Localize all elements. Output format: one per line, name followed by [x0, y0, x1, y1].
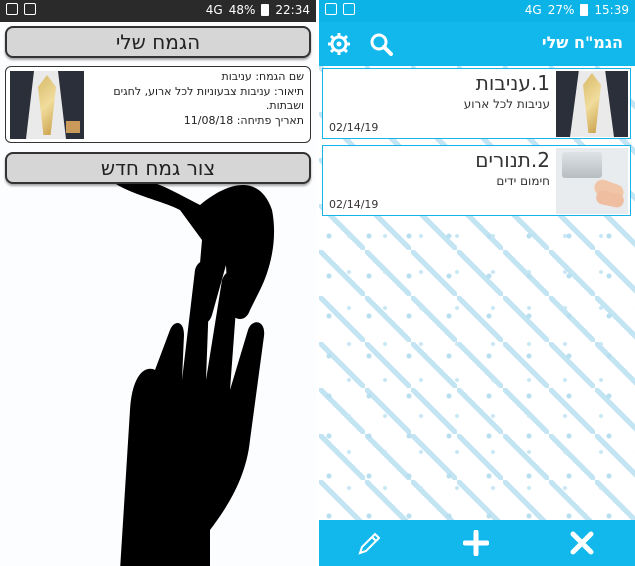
item-description: עניבות לכל ארוע — [463, 97, 550, 111]
item-date: 02/14/19 — [329, 121, 379, 134]
tie-image — [556, 71, 628, 137]
status-bar: 4G 27% 15:39 — [319, 0, 635, 22]
item-description: חימום ידים — [496, 174, 550, 188]
card-date: תאריך פתיחה: 11/08/18 — [183, 114, 304, 127]
gear-icon[interactable] — [327, 32, 351, 56]
hand-dryer-image — [556, 148, 628, 214]
search-icon[interactable] — [369, 32, 393, 56]
app-bar: הגמ"ח שלי — [319, 22, 635, 66]
card-name: שם הגמח: עניבות — [221, 70, 304, 83]
hands-illustration — [110, 177, 275, 566]
item-date: 02/14/19 — [329, 198, 379, 211]
item-title: 2.תנורים — [475, 148, 550, 172]
item-title: 1.עניבות — [475, 71, 550, 95]
close-icon[interactable] — [569, 530, 595, 556]
tie-image — [10, 71, 84, 139]
left-screen: 4G 48% 22:34 הגמח שלי שם הגמח: עניבות תי… — [0, 0, 316, 566]
app-title: הגמ"ח שלי — [541, 33, 623, 52]
my-gemach-button[interactable]: הגמח שלי — [5, 26, 311, 58]
battery-icon — [261, 4, 270, 16]
battery-icon — [580, 4, 589, 16]
battery-percent: 27% — [547, 3, 575, 17]
pencil-icon[interactable] — [357, 530, 383, 556]
notification-icon — [6, 3, 18, 15]
signal-label: 4G — [524, 3, 542, 17]
list-item[interactable]: 1.עניבות עניבות לכל ארוע 02/14/19 — [322, 68, 631, 139]
list-item[interactable]: 2.תנורים חימום ידים 02/14/19 — [322, 145, 631, 216]
plus-icon[interactable] — [463, 530, 489, 556]
gemach-card[interactable]: שם הגמח: עניבות תיאור: עניבות צבעוניות ל… — [5, 66, 311, 143]
time: 22:34 — [275, 3, 310, 17]
notification-icon — [325, 3, 337, 15]
card-description: תיאור: עניבות צבעוניות לכל ארוע, לחגים ו… — [113, 85, 304, 112]
right-screen: 4G 27% 15:39 הגמ"ח שלי 1.עניבות עניבות ל… — [319, 0, 635, 566]
battery-percent: 48% — [228, 3, 256, 17]
bottom-toolbar — [319, 520, 635, 566]
time: 15:39 — [594, 3, 629, 17]
notification-icon — [24, 3, 36, 15]
create-gemach-button[interactable]: צור גמח חדש — [5, 152, 311, 184]
card-text: שם הגמח: עניבות תיאור: עניבות צבעוניות ל… — [92, 70, 304, 129]
status-bar: 4G 48% 22:34 — [0, 0, 316, 22]
notification-icon — [343, 3, 355, 15]
signal-label: 4G — [205, 3, 223, 17]
